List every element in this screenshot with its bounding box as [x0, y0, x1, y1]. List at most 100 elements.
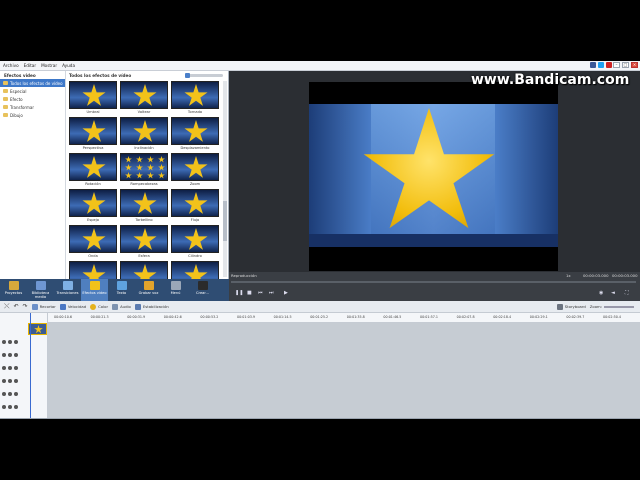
toolbar-button[interactable]: Menú	[162, 279, 189, 301]
timeline-cursor[interactable]	[30, 313, 31, 419]
stabilization-button[interactable]: Estabilización	[134, 303, 169, 310]
toolbar-button[interactable]: Efectos video	[81, 279, 108, 301]
toolbar-label: Crear...	[196, 291, 209, 295]
toolbar-icon	[35, 281, 46, 290]
twitter-icon[interactable]	[598, 62, 604, 68]
effect-caption: Desplazamiento	[180, 146, 210, 150]
effect-thumbnail[interactable]: Cilindro	[171, 225, 219, 260]
undo-icon[interactable]: ↶	[14, 303, 19, 310]
category-list: Efectos video Todos los efectos de vídeo…	[0, 71, 66, 279]
effect-thumbnail[interactable]: Inclinación	[120, 117, 168, 152]
folder-icon	[3, 81, 8, 85]
volume-icon[interactable]: ◄	[611, 290, 615, 296]
effect-thumbnail[interactable]: Esfera	[120, 225, 168, 260]
gallery-scrollbar[interactable]	[223, 81, 227, 277]
category-item-drawing[interactable]: Dibujo	[0, 111, 65, 119]
category-item-all[interactable]: Todos los efectos de vídeo	[0, 79, 65, 87]
toolbar-button[interactable]: Transiciones	[54, 279, 81, 301]
fullscreen-icon[interactable]: ⛶	[625, 290, 629, 296]
slider-knob[interactable]	[185, 73, 190, 78]
effect-thumbnail[interactable]: Espejo	[69, 189, 117, 224]
menu-view[interactable]: Mostrar	[41, 63, 57, 68]
ruler-tick-label: 00:00:31.9	[127, 315, 146, 319]
effect-caption: Rompecabezas	[130, 182, 158, 186]
next-frame-icon[interactable]: ⏭	[269, 290, 274, 296]
pause-icon[interactable]: ❚❚	[235, 290, 243, 296]
snapshot-icon[interactable]: ◉	[599, 290, 603, 296]
maximize-button[interactable]: □	[622, 62, 629, 68]
youtube-icon[interactable]	[606, 62, 612, 68]
category-item-special[interactable]: Especial	[0, 87, 65, 95]
speed-icon	[59, 303, 66, 310]
play-icon[interactable]: ▶	[284, 290, 288, 296]
category-item-transform[interactable]: Transformar	[0, 103, 65, 111]
minimize-button[interactable]: –	[613, 62, 620, 68]
toolbar-button[interactable]: Biblioteca media	[27, 279, 54, 301]
effect-thumbnail[interactable]: Onda	[69, 225, 117, 260]
storyboard-button[interactable]: Storyboard	[556, 303, 586, 310]
text-track-header[interactable]	[2, 377, 22, 385]
time-total: 00:00:03.000	[612, 273, 638, 278]
effect-thumbnail[interactable]: Torbellino	[120, 189, 168, 224]
facebook-icon[interactable]	[590, 62, 596, 68]
effect-caption: Rotación	[85, 182, 101, 186]
prev-frame-icon[interactable]: ⏮	[258, 290, 263, 296]
effect-thumbnail[interactable]: Umbral	[69, 81, 117, 116]
preview-area: www.Bandicam.com	[229, 71, 640, 279]
toolbar-icon	[197, 281, 208, 290]
effect-caption: Esfera	[138, 254, 150, 258]
watermark-text: www.Bandicam.com	[471, 72, 630, 88]
effect-thumbnail[interactable]: Tornado	[171, 81, 219, 116]
voice-track-header[interactable]	[2, 403, 22, 411]
effect-thumbnail[interactable]: Rompecabezas	[120, 153, 168, 188]
overlay-track-header[interactable]	[2, 364, 22, 372]
audio-track-header[interactable]	[2, 390, 22, 398]
effect-thumbnail[interactable]: Zoom	[171, 153, 219, 188]
social-icons	[590, 62, 612, 68]
video-track-header[interactable]	[2, 338, 22, 346]
trim-button[interactable]: Recortar	[31, 303, 56, 310]
seek-bar[interactable]	[231, 281, 636, 283]
redo-icon[interactable]: ↷	[23, 303, 28, 310]
effect-thumbnail[interactable]: Flujo	[171, 189, 219, 224]
timeline-tracks[interactable]	[48, 323, 640, 419]
ruler-tick-label: 00:01:57.1	[420, 315, 438, 319]
ruler-tick-label: 00:02:39.7	[566, 315, 585, 319]
effect-caption: Voltear	[137, 110, 151, 114]
toolbar-button[interactable]: Grabar voz	[135, 279, 162, 301]
ruler-tick-label: 00:02:50.4	[603, 315, 621, 319]
category-item-effect[interactable]: Efecto	[0, 95, 65, 103]
menu-file[interactable]: Archivo	[3, 63, 19, 68]
toolbar-button[interactable]: Texto	[108, 279, 135, 301]
zoom-control[interactable]: Zoom:	[590, 304, 634, 309]
toolbar-button[interactable]: Crear...	[189, 279, 216, 301]
preview-video[interactable]	[309, 82, 558, 271]
audio-button[interactable]: Audio	[112, 303, 131, 310]
effect-thumbnail[interactable]	[120, 261, 168, 279]
menu-help[interactable]: Ayuda	[62, 63, 75, 68]
audio-icon	[112, 303, 119, 310]
effect-thumbnail[interactable]: Voltear	[120, 81, 168, 116]
folder-icon	[3, 113, 8, 117]
toolbar-label: Efectos video	[82, 291, 107, 295]
effect-thumbnail[interactable]	[171, 261, 219, 279]
effect-thumbnail[interactable]: Desplazamiento	[171, 117, 219, 152]
ruler-tick-label: 00:01:14.5	[273, 315, 292, 319]
timeline-ruler[interactable]: 00:00:10.6 00:00:21.3 00:00:31.9 00:00:42.6…	[48, 313, 640, 323]
menu-edit[interactable]: Editar	[24, 63, 36, 68]
color-button[interactable]: Color	[90, 303, 108, 310]
effect-thumbnail[interactable]: Perspectiva	[69, 117, 117, 152]
effect-thumbnail[interactable]	[69, 261, 117, 279]
speed-label[interactable]: 1x	[566, 273, 571, 278]
close-button[interactable]: ×	[631, 62, 638, 68]
effect-track-header[interactable]	[2, 351, 22, 359]
toolbar-button[interactable]: Proyectos	[0, 279, 27, 301]
speed-button[interactable]: Velocidad	[59, 303, 86, 310]
thumbnail-size-slider[interactable]	[185, 73, 223, 78]
zoom-slider[interactable]	[604, 305, 634, 308]
effect-thumbnail[interactable]: Rotación	[69, 153, 117, 188]
stop-icon[interactable]: ■	[247, 290, 252, 296]
scrollbar-thumb[interactable]	[223, 201, 227, 241]
delete-icon[interactable]: ⤬	[4, 302, 10, 311]
effect-caption: Tornado	[187, 110, 203, 114]
